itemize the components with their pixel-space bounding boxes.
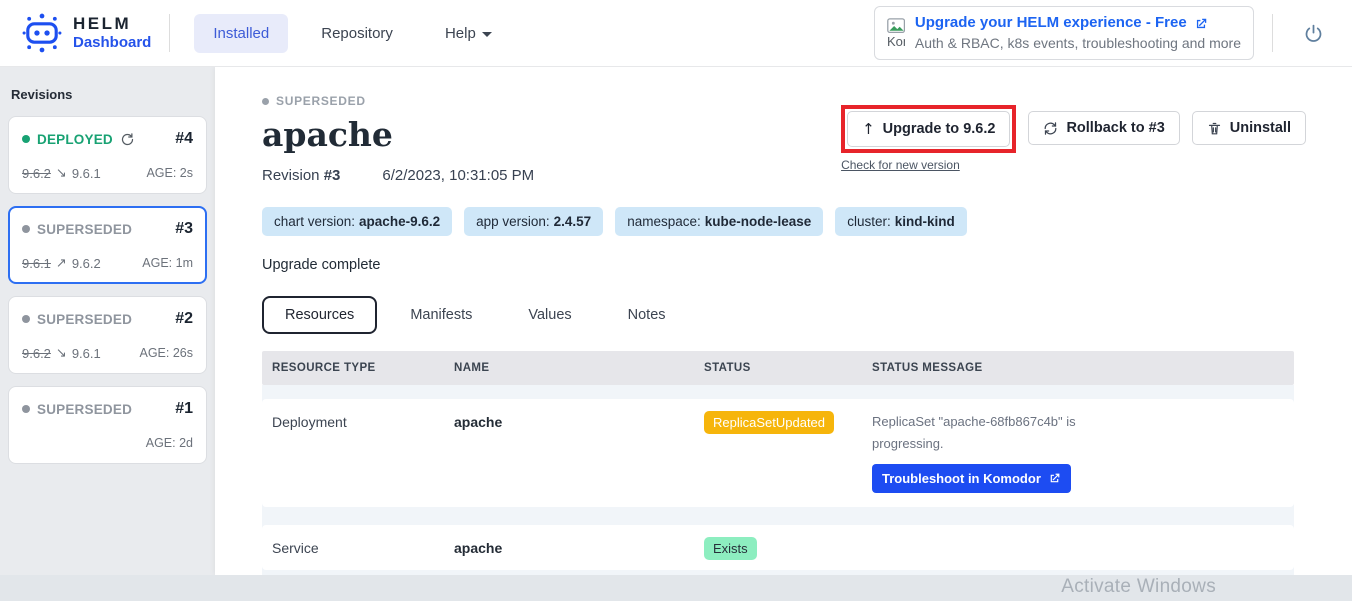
tab-manifests[interactable]: Manifests [387, 296, 495, 334]
revision-card-2[interactable]: SUPERSEDED #2 9.6.2 ↘ 9.6.1 AGE: 26s [8, 296, 207, 374]
page-bottom-strip: Activate Windows [0, 575, 1352, 601]
version-arrow: ↘ [56, 346, 67, 361]
uninstall-button[interactable]: Uninstall [1192, 111, 1306, 145]
status-badge: Exists [704, 537, 757, 560]
col-status: STATUS [704, 362, 872, 374]
header-divider [169, 14, 170, 52]
tab-values[interactable]: Values [505, 296, 594, 334]
new-version: 9.6.2 [72, 256, 101, 271]
version-arrow: ↗ [56, 256, 67, 271]
banner-subtitle: Auth & RBAC, k8s events, troubleshooting… [915, 34, 1241, 53]
logo-text-helm: HELM [73, 15, 151, 34]
revision-age: AGE: 2d [146, 436, 193, 450]
resource-type: Deployment [272, 411, 454, 430]
help-label: Help [445, 25, 476, 42]
komodor-logo-image: Komodor [887, 18, 905, 49]
revision-date: 6/2/2023, 10:31:05 PM [382, 167, 534, 184]
rollback-button[interactable]: Rollback to #3 [1028, 111, 1179, 145]
resource-type: Service [272, 537, 454, 556]
external-link-icon [1194, 17, 1208, 31]
revision-age: AGE: 1m [142, 256, 193, 270]
helm-logo-icon [20, 11, 64, 55]
komodor-image-alt: Komodor [887, 34, 905, 49]
activate-windows-watermark: Activate Windows [1061, 576, 1216, 598]
revision-number: #1 [175, 400, 193, 418]
col-status-message: STATUS MESSAGE [872, 362, 1294, 374]
trash-icon [1207, 121, 1222, 136]
komodor-promo-banner[interactable]: Komodor Upgrade your HELM experience - F… [874, 6, 1254, 60]
revision-age: AGE: 26s [140, 346, 194, 360]
col-resource-type: RESOURCE TYPE [272, 362, 454, 374]
detail-tabs: Resources Manifests Values Notes [262, 296, 1352, 334]
nav-tab-help[interactable]: Help [426, 14, 511, 53]
col-name: NAME [454, 362, 704, 374]
revision-status: SUPERSEDED [37, 222, 132, 237]
nav-tab-repository[interactable]: Repository [302, 14, 412, 53]
tab-notes[interactable]: Notes [605, 296, 689, 334]
revisions-title: Revisions [11, 87, 207, 102]
upgrade-button[interactable]: ↑ Upgrade to 9.6.2 [847, 111, 1010, 147]
revision-number: #3 [175, 220, 193, 238]
deployed-status-dot [22, 135, 30, 143]
release-meta-chips: chart version:apache-9.6.2 app version:2… [262, 207, 1352, 236]
revision-status: DEPLOYED [37, 132, 113, 147]
table-row: Service apache Exists [262, 525, 1294, 570]
new-version: 9.6.1 [72, 166, 101, 181]
chevron-down-icon [482, 32, 492, 37]
version-arrow: ↘ [56, 166, 67, 181]
revision-age: AGE: 2s [146, 166, 193, 180]
app-version-chip: app version:2.4.57 [464, 207, 603, 236]
table-header-row: RESOURCE TYPE NAME STATUS STATUS MESSAGE [262, 351, 1294, 385]
release-status-dot [262, 98, 269, 105]
old-version: 9.6.2 [22, 166, 51, 181]
revision-number: #4 [175, 130, 193, 148]
old-version: 9.6.2 [22, 346, 51, 361]
old-version: 9.6.1 [22, 256, 51, 271]
banner-title: Upgrade your HELM experience - Free [915, 13, 1187, 33]
arrow-up-icon: ↑ [862, 120, 875, 138]
superseded-status-dot [22, 405, 30, 413]
status-badge: ReplicaSetUpdated [704, 411, 834, 434]
cluster-chip: cluster:kind-kind [835, 207, 967, 236]
tab-resources[interactable]: Resources [262, 296, 377, 334]
revisions-sidebar: Revisions DEPLOYED #4 9.6.2 ↘ 9.6.1 AGE:… [0, 67, 215, 575]
release-detail-panel: SUPERSEDED apache Revision #3 6/2/2023, … [215, 67, 1352, 575]
superseded-status-dot [22, 315, 30, 323]
main-nav: Installed Repository Help [194, 14, 510, 53]
namespace-chip: namespace:kube-node-lease [615, 207, 823, 236]
highlight-box: ↑ Upgrade to 9.6.2 [841, 105, 1016, 153]
revision-card-3[interactable]: SUPERSEDED #3 9.6.1 ↗ 9.6.2 AGE: 1m [8, 206, 207, 284]
status-message: ReplicaSet "apache-68fb867c4b" is progre… [872, 411, 1090, 455]
release-actions: ↑ Upgrade to 9.6.2 Check for new version… [841, 105, 1306, 172]
top-bar: HELM Dashboard Installed Repository Help… [0, 0, 1352, 67]
rollback-icon [1043, 121, 1058, 136]
chart-version-chip: chart version:apache-9.6.2 [262, 207, 452, 236]
new-version: 9.6.1 [72, 346, 101, 361]
nav-tab-installed[interactable]: Installed [194, 14, 288, 53]
revision-number: #2 [175, 310, 193, 328]
revision-label: Revision #3 [262, 167, 340, 184]
table-row: Deployment apache ReplicaSetUpdated Repl… [262, 399, 1294, 507]
header-divider-2 [1272, 14, 1273, 52]
troubleshoot-button[interactable]: Troubleshoot in Komodor [872, 464, 1071, 493]
power-icon[interactable] [1303, 23, 1324, 44]
revision-card-4[interactable]: DEPLOYED #4 9.6.2 ↘ 9.6.1 AGE: 2s [8, 116, 207, 194]
superseded-status-dot [22, 225, 30, 233]
resource-name: apache [454, 411, 704, 430]
helm-dashboard-logo[interactable]: HELM Dashboard [20, 11, 151, 55]
resources-table: RESOURCE TYPE NAME STATUS STATUS MESSAGE… [262, 351, 1294, 575]
reload-icon[interactable] [120, 132, 135, 147]
release-status: SUPERSEDED [276, 94, 366, 108]
external-link-icon [1048, 472, 1061, 485]
revision-status: SUPERSEDED [37, 402, 132, 417]
revision-card-1[interactable]: SUPERSEDED #1 AGE: 2d [8, 386, 207, 464]
resource-name: apache [454, 537, 704, 556]
check-new-version-link[interactable]: Check for new version [841, 158, 1016, 172]
logo-text-dashboard: Dashboard [73, 34, 151, 51]
upgrade-status-message: Upgrade complete [262, 257, 1352, 273]
revision-status: SUPERSEDED [37, 312, 132, 327]
